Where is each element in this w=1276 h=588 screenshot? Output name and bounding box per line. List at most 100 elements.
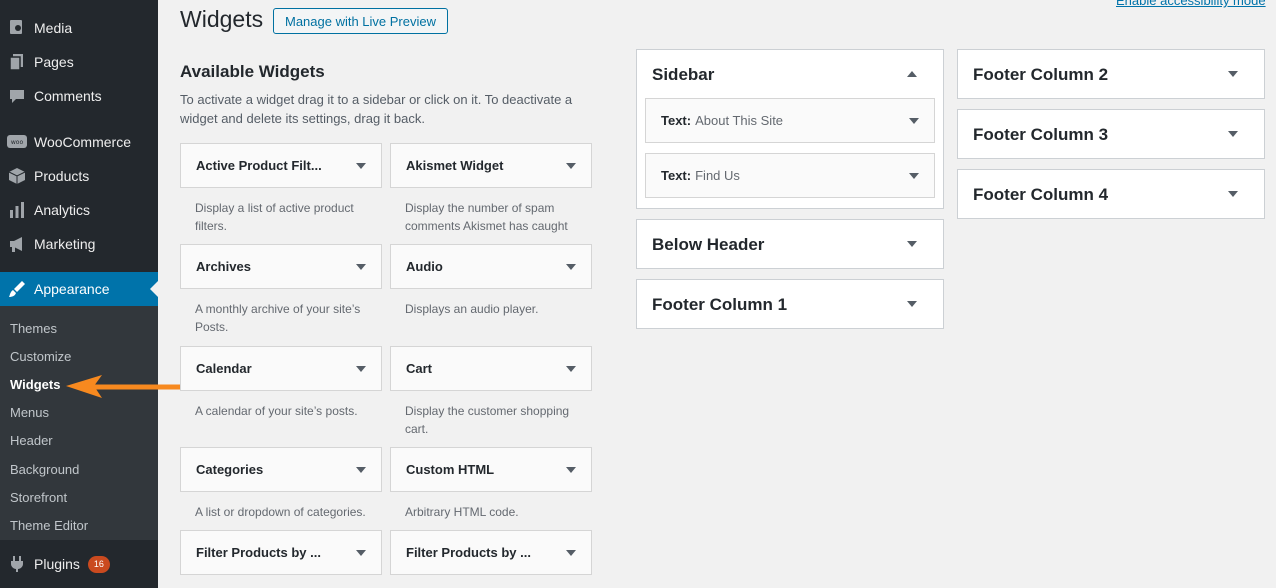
widget-cart[interactable]: Cart <box>390 346 592 391</box>
plugins-icon <box>0 555 34 573</box>
widget-title: Filter Products by ... <box>406 545 531 560</box>
annotation-arrow <box>66 375 191 398</box>
caret-down-icon <box>907 301 917 307</box>
manage-live-preview-button[interactable]: Manage with Live Preview <box>273 8 448 34</box>
available-widgets-description: To activate a widget drag it to a sideba… <box>180 92 573 126</box>
woocommerce-icon: woo <box>0 134 34 150</box>
submenu-header[interactable]: Header <box>10 433 53 448</box>
widget-type: Text: <box>661 113 692 128</box>
available-widgets-heading: Available Widgets <box>180 62 325 81</box>
widget-area-footer-column-2[interactable]: Footer Column 2 <box>957 49 1265 99</box>
widget-area-title: Footer Column 1 <box>652 295 788 314</box>
submenu-theme-editor[interactable]: Theme Editor <box>10 518 88 533</box>
caret-down-icon <box>356 162 366 169</box>
update-count-badge: 16 <box>87 555 110 573</box>
caret-down-icon <box>909 172 919 179</box>
widget-calendar[interactable]: Calendar <box>180 346 382 391</box>
caret-down-icon <box>566 466 576 473</box>
accessibility-mode-link[interactable]: Enable accessibility mode <box>1116 0 1266 8</box>
caret-down-icon <box>909 117 919 124</box>
widget-area-title: Footer Column 2 <box>973 65 1109 84</box>
widget-title: Active Product Filt... <box>196 158 322 173</box>
menu-label: WooCommerce <box>34 134 131 150</box>
menu-item-appearance[interactable]: Appearance <box>0 272 158 306</box>
widget-area-header[interactable]: Sidebar <box>637 50 943 100</box>
submenu-background[interactable]: Background <box>10 462 79 477</box>
menu-item-media[interactable]: Media <box>0 11 158 45</box>
caret-up-icon <box>907 71 917 77</box>
caret-down-icon <box>566 162 576 169</box>
caret-down-icon <box>356 466 366 473</box>
menu-label: Products <box>34 168 90 184</box>
submenu-customize[interactable]: Customize <box>10 349 71 364</box>
widget-categories[interactable]: Categories <box>180 447 382 492</box>
widget-filter-products[interactable]: Filter Products by ... <box>390 530 592 575</box>
admin-sidebar: Media Pages Comments woo WooCommerce Pro… <box>0 0 158 588</box>
menu-label: Comments <box>34 88 102 104</box>
caret-down-icon <box>907 241 917 247</box>
widget-area-sidebar: Sidebar Text: About This Site Text: Find… <box>636 49 944 209</box>
widget-area-title: Sidebar <box>652 65 715 84</box>
page-title: Widgets <box>180 6 264 32</box>
widget-description: A monthly archive of your site’s Posts. <box>195 302 361 334</box>
media-icon <box>0 19 34 37</box>
menu-label: Plugins <box>34 556 80 572</box>
caret-down-icon <box>566 549 576 556</box>
widget-audio[interactable]: Audio <box>390 244 592 289</box>
widget-area-title: Below Header <box>652 235 765 254</box>
menu-item-comments[interactable]: Comments <box>0 79 158 113</box>
caret-down-icon <box>1228 131 1238 137</box>
widget-instance-title: About This Site <box>695 113 784 128</box>
widget-area-footer-column-3[interactable]: Footer Column 3 <box>957 109 1265 159</box>
widget-instance-title: Find Us <box>695 168 740 183</box>
widget-active-product-filters[interactable]: Active Product Filt... <box>180 143 382 188</box>
appearance-submenu: Themes Customize Widgets Menus Header Ba… <box>0 306 158 540</box>
widget-title: Calendar <box>196 361 252 376</box>
appearance-icon <box>0 280 34 298</box>
widget-title: Custom HTML <box>406 462 495 477</box>
comments-icon <box>0 87 34 105</box>
submenu-menus[interactable]: Menus <box>10 405 49 420</box>
widget-title: Akismet Widget <box>406 158 504 173</box>
submenu-themes[interactable]: Themes <box>10 321 57 336</box>
widget-description: Display a list of active product filters… <box>195 201 354 233</box>
widget-title: Cart <box>406 361 433 376</box>
menu-item-pages[interactable]: Pages <box>0 45 158 79</box>
widget-description: Display the customer shopping cart. <box>405 404 570 436</box>
widget-title: Archives <box>196 259 251 274</box>
menu-label: Analytics <box>34 202 91 218</box>
widget-description: A calendar of your site’s posts. <box>195 404 358 418</box>
widget-title: Filter Products by ... <box>196 545 321 560</box>
widget-description: Display the number of spam comments Akis… <box>405 201 568 233</box>
menu-item-plugins[interactable]: Plugins 16 <box>0 547 158 581</box>
widget-title: Categories <box>196 462 264 477</box>
menu-label: Media <box>34 20 73 36</box>
menu-item-analytics[interactable]: Analytics <box>0 193 158 227</box>
pages-icon <box>0 53 34 71</box>
sidebar-widget-text[interactable]: Text: About This Site <box>645 98 935 143</box>
widget-filter-products[interactable]: Filter Products by ... <box>180 530 382 575</box>
menu-item-products[interactable]: Products <box>0 159 158 193</box>
sidebar-widget-text[interactable]: Text: Find Us <box>645 153 935 198</box>
widget-description: A list or dropdown of categories. <box>195 505 366 519</box>
widget-area-footer-column-1[interactable]: Footer Column 1 <box>636 279 944 329</box>
widget-area-footer-column-4[interactable]: Footer Column 4 <box>957 169 1265 219</box>
widget-title: Audio <box>406 259 443 274</box>
submenu-storefront[interactable]: Storefront <box>10 490 67 505</box>
widget-area-title: Footer Column 4 <box>973 185 1109 204</box>
menu-item-marketing[interactable]: Marketing <box>0 227 158 261</box>
svg-text:woo: woo <box>11 139 24 146</box>
menu-label: Pages <box>34 54 74 70</box>
widget-area-title: Footer Column 3 <box>973 125 1109 144</box>
widget-area-below-header[interactable]: Below Header <box>636 219 944 269</box>
widget-type: Text: <box>661 168 692 183</box>
menu-item-woocommerce[interactable]: woo WooCommerce <box>0 125 158 159</box>
caret-down-icon <box>1228 71 1238 77</box>
widget-archives[interactable]: Archives <box>180 244 382 289</box>
widget-custom-html[interactable]: Custom HTML <box>390 447 592 492</box>
submenu-widgets[interactable]: Widgets <box>10 377 60 392</box>
products-icon <box>0 167 34 185</box>
caret-down-icon <box>1228 191 1238 197</box>
widget-akismet[interactable]: Akismet Widget <box>390 143 592 188</box>
widget-description: Displays an audio player. <box>405 302 539 316</box>
